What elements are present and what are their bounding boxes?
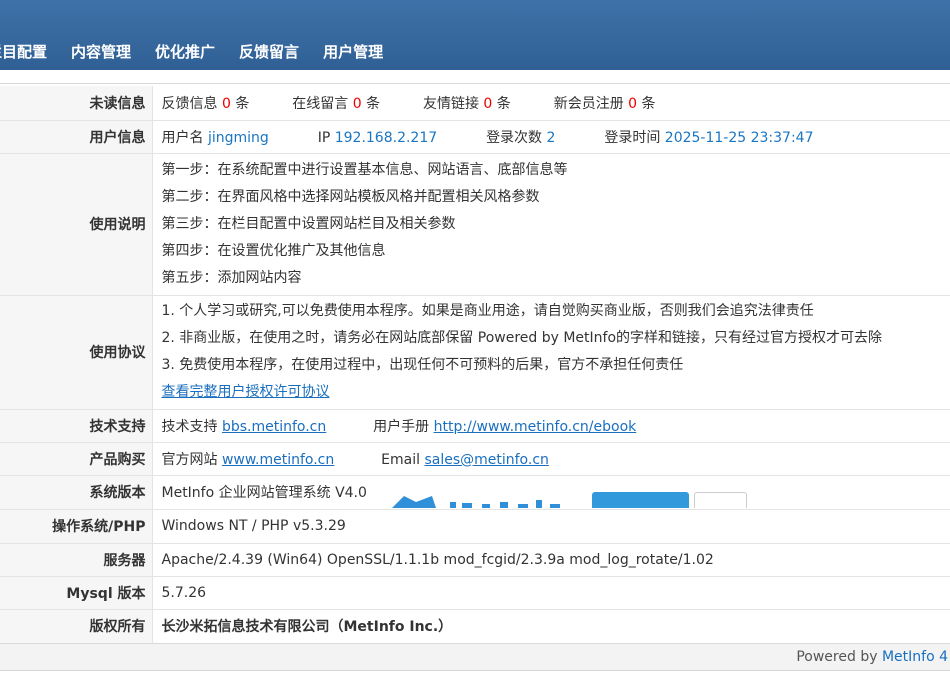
top-header: 栏目配置 内容管理 优化推广 反馈留言 用户管理 <box>0 0 950 70</box>
partial-logo-image <box>390 492 570 508</box>
email-link[interactable]: sales@metinfo.cn <box>424 452 548 468</box>
purchase-row: 产品购买 官方网站 www.metinfo.cn Email sales@met… <box>0 442 950 476</box>
ip-value: 192.168.2.217 <box>334 129 438 146</box>
support-row: 技术支持 技术支持 bbs.metinfo.cn 用户手册 http://www… <box>0 409 950 443</box>
feedback-unit: 条 <box>235 95 250 112</box>
powered-by-text: Powered by MetInfo 4 <box>796 649 948 665</box>
feedback-count: 0 <box>221 95 231 112</box>
login-time-value: 2025-11-25 23:37:47 <box>664 129 814 146</box>
os-label: 操作系统/PHP <box>0 509 153 544</box>
agreement-line-1: 1. 个人学习或研究,可以免费使用本程序。如果是商业用途，请自觉购买商业版，否则… <box>161 303 814 319</box>
os-row: 操作系统/PHP Windows NT / PHP v5.3.29 <box>0 509 950 544</box>
login-count-label: 登录次数 <box>486 129 543 146</box>
powered-by-prefix: Powered by <box>796 649 878 665</box>
official-site-link[interactable]: www.metinfo.cn <box>222 452 334 468</box>
login-count-value: 2 <box>546 129 556 146</box>
username-value: jingming <box>207 129 269 146</box>
forum-label: 技术支持 <box>161 418 218 435</box>
user-info-row: 用户信息 用户名 jingming IP 192.168.2.217 登录次数 … <box>0 120 950 154</box>
message-label: 在线留言 <box>292 95 349 112</box>
full-license-link[interactable]: 查看完整用户授权许可协议 <box>162 384 330 400</box>
user-info-value: 用户名 jingming IP 192.168.2.217 登录次数 2 登录时… <box>152 120 950 154</box>
new-member-unit: 条 <box>641 95 656 112</box>
manual-label: 用户手册 <box>373 418 430 435</box>
mysql-row: Mysql 版本 5.7.26 <box>0 576 950 610</box>
links-count: 0 <box>483 95 493 112</box>
server-label: 服务器 <box>0 543 153 577</box>
agreement-line-2: 2. 非商业版，在使用之时，请务必在网站底部保留 Powered by MetI… <box>161 330 883 346</box>
step-3: 第三步：在栏目配置中设置网站栏目及相关参数 <box>161 215 456 232</box>
links-unit: 条 <box>496 95 511 112</box>
server-value: Apache/2.4.39 (Win64) OpenSSL/1.1.1b mod… <box>152 543 950 577</box>
ip-label: IP <box>317 129 331 146</box>
manual-link[interactable]: http://www.metinfo.cn/ebook <box>434 419 637 435</box>
step-1: 第一步：在系统配置中进行设置基本信息、网站语言、底部信息等 <box>161 161 568 178</box>
agreement-label: 使用协议 <box>0 295 153 410</box>
header-divider <box>0 70 950 84</box>
instructions-label: 使用说明 <box>0 153 153 296</box>
footer-bar: Powered by MetInfo 4 <box>0 643 950 671</box>
step-5: 第五步：添加网站内容 <box>161 269 302 286</box>
mysql-label: Mysql 版本 <box>0 576 153 610</box>
purchase-value: 官方网站 www.metinfo.cn Email sales@metinfo.… <box>152 442 950 476</box>
nav-user-manage[interactable]: 用户管理 <box>323 41 383 62</box>
partial-button-secondary <box>694 492 747 508</box>
purchase-label: 产品购买 <box>0 442 153 476</box>
agreement-line-3: 3. 免费使用本程序，在使用过程中，出现任何不可预料的后果，官方不承担任何责任 <box>161 357 684 373</box>
links-label: 友情链接 <box>422 95 479 112</box>
step-2: 第二步：在界面风格中选择网站模板风格并配置相关风格参数 <box>161 188 540 205</box>
version-label: 系统版本 <box>0 475 153 510</box>
step-4: 第四步：在设置优化推广及其他信息 <box>161 242 386 259</box>
system-info-table: 未读信息 反馈信息 0 条 在线留言 0 条 友情链接 0 条 新会员注册 0 … <box>0 86 950 644</box>
mysql-value: 5.7.26 <box>152 576 950 610</box>
new-member-count: 0 <box>628 95 638 112</box>
login-time-label: 登录时间 <box>604 129 661 146</box>
unread-row: 未读信息 反馈信息 0 条 在线留言 0 条 友情链接 0 条 新会员注册 0 … <box>0 86 950 121</box>
forum-link[interactable]: bbs.metinfo.cn <box>222 419 326 435</box>
main-nav: 栏目配置 内容管理 优化推广 反馈留言 用户管理 <box>0 33 407 69</box>
email-label: Email <box>381 451 420 468</box>
support-label: 技术支持 <box>0 409 153 443</box>
support-value: 技术支持 bbs.metinfo.cn 用户手册 http://www.meti… <box>152 409 950 443</box>
instructions-row: 使用说明 第一步：在系统配置中进行设置基本信息、网站语言、底部信息等 第二步：在… <box>0 153 950 296</box>
username-label: 用户名 <box>161 129 204 146</box>
os-value: Windows NT / PHP v5.3.29 <box>152 509 950 544</box>
nav-column-config[interactable]: 栏目配置 <box>0 41 47 62</box>
copyright-value: 长沙米拓信息技术有限公司（MetInfo Inc.） <box>152 609 950 644</box>
nav-feedback[interactable]: 反馈留言 <box>239 41 299 62</box>
instructions-value: 第一步：在系统配置中进行设置基本信息、网站语言、底部信息等 第二步：在界面风格中… <box>152 153 950 296</box>
message-count: 0 <box>352 95 362 112</box>
copyright-row: 版权所有 长沙米拓信息技术有限公司（MetInfo Inc.） <box>0 609 950 644</box>
message-unit: 条 <box>366 95 381 112</box>
agreement-value: 1. 个人学习或研究,可以免费使用本程序。如果是商业用途，请自觉购买商业版，否则… <box>152 295 950 410</box>
nav-seo[interactable]: 优化推广 <box>155 41 215 62</box>
official-site-label: 官方网站 <box>161 451 218 468</box>
unread-label: 未读信息 <box>0 86 153 121</box>
user-info-label: 用户信息 <box>0 120 153 154</box>
agreement-row: 使用协议 1. 个人学习或研究,可以免费使用本程序。如果是商业用途，请自觉购买商… <box>0 295 950 410</box>
feedback-label: 反馈信息 <box>161 95 218 112</box>
new-member-label: 新会员注册 <box>553 95 624 112</box>
server-row: 服务器 Apache/2.4.39 (Win64) OpenSSL/1.1.1b… <box>0 543 950 577</box>
copyright-label: 版权所有 <box>0 609 153 644</box>
partial-button-primary <box>592 492 689 508</box>
metinfo-brand-link[interactable]: MetInfo 4 <box>882 649 948 665</box>
unread-value: 反馈信息 0 条 在线留言 0 条 友情链接 0 条 新会员注册 0 条 <box>152 86 950 121</box>
nav-content-manage[interactable]: 内容管理 <box>71 41 131 62</box>
